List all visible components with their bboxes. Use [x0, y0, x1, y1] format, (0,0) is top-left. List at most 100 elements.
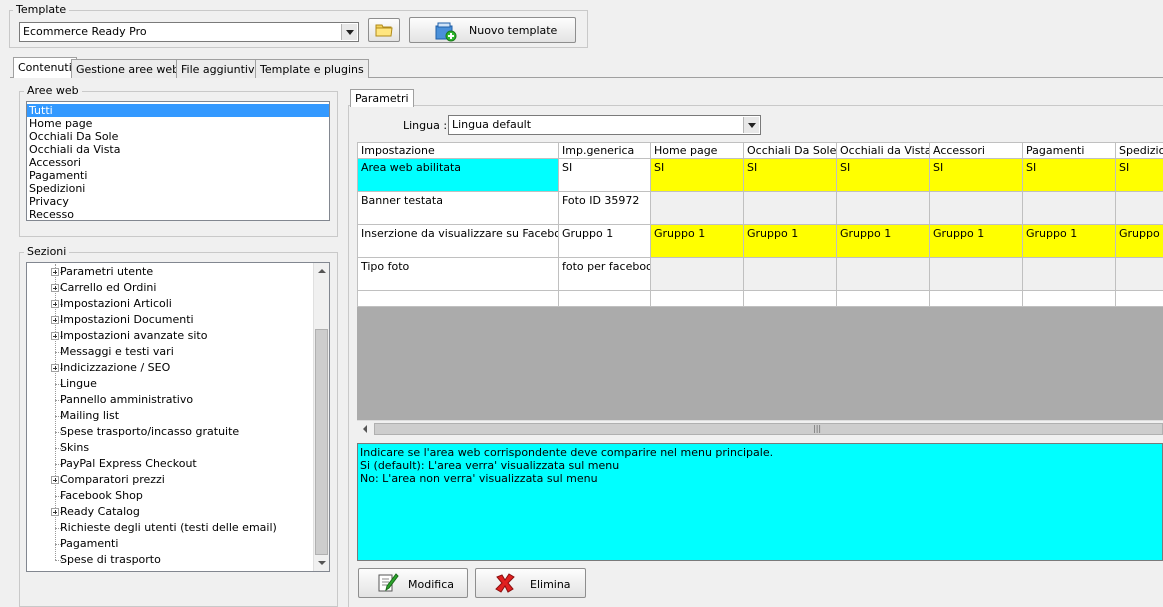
lingua-select[interactable]: Lingua default: [448, 115, 761, 135]
table-cell[interactable]: SI: [650, 158, 744, 192]
table-cell[interactable]: [929, 290, 1023, 307]
grid-horizontal-scrollbar[interactable]: |||: [357, 420, 1163, 437]
table-cell[interactable]: SI: [929, 158, 1023, 192]
tree-item[interactable]: PayPal Express Checkout: [27, 456, 313, 472]
tree-item[interactable]: Impostazioni Documenti: [27, 312, 313, 328]
column-header[interactable]: Spedizioni: [1115, 142, 1163, 159]
table-cell[interactable]: [558, 290, 651, 307]
row-label-cell[interactable]: Banner testata: [357, 191, 559, 225]
expand-plus-icon[interactable]: [51, 364, 59, 372]
expand-plus-icon[interactable]: [51, 300, 59, 308]
table-cell[interactable]: Gruppo 1: [836, 224, 930, 258]
tree-item[interactable]: Facebook Shop: [27, 488, 313, 504]
table-cell[interactable]: [743, 290, 837, 307]
scroll-left-arrow-icon[interactable]: [363, 425, 367, 433]
table-cell[interactable]: [1022, 290, 1116, 307]
tree-item[interactable]: Comparatori prezzi: [27, 472, 313, 488]
column-header[interactable]: Imp.generica: [558, 142, 651, 159]
column-header[interactable]: Pagamenti: [1022, 142, 1116, 159]
row-label-cell[interactable]: Tipo foto: [357, 257, 559, 291]
table-cell[interactable]: [836, 290, 930, 307]
template-select[interactable]: Ecommerce Ready Pro: [19, 22, 359, 42]
tree-item[interactable]: Skins: [27, 440, 313, 456]
table-cell[interactable]: [743, 191, 837, 225]
table-cell[interactable]: Gruppo 1: [743, 224, 837, 258]
tree-item[interactable]: Richieste degli utenti (testi delle emai…: [27, 520, 313, 536]
table-row[interactable]: Area web abilitata SI SI SI SI SI SI SI: [357, 158, 1163, 192]
tab-file-aggiuntivi[interactable]: File aggiuntivi: [176, 59, 263, 78]
list-item[interactable]: Occhiali da Vista: [27, 143, 329, 156]
scroll-up-arrow-icon[interactable]: [318, 269, 326, 273]
tree-item[interactable]: Ready Catalog: [27, 504, 313, 520]
chevron-down-icon[interactable]: [341, 24, 357, 40]
table-cell[interactable]: [1115, 191, 1163, 225]
parameters-grid[interactable]: Impostazione Imp.generica Home page Occhial…: [357, 142, 1163, 307]
table-cell[interactable]: SI: [743, 158, 837, 192]
table-cell[interactable]: [1022, 257, 1116, 291]
table-cell[interactable]: SI: [1022, 158, 1116, 192]
column-header[interactable]: Home page: [650, 142, 744, 159]
table-cell[interactable]: [929, 191, 1023, 225]
new-template-button[interactable]: Nuovo template: [409, 17, 576, 43]
list-item[interactable]: Spedizioni: [27, 182, 329, 195]
table-cell[interactable]: [1022, 191, 1116, 225]
table-cell[interactable]: SI: [836, 158, 930, 192]
tree-item[interactable]: Indicizzazione / SEO: [27, 360, 313, 376]
table-cell[interactable]: Foto ID 35972: [558, 191, 651, 225]
tab-template-e-plugins[interactable]: Template e plugins: [255, 59, 369, 78]
sezioni-scrollbar[interactable]: [313, 263, 329, 571]
expand-plus-icon[interactable]: [51, 268, 59, 276]
list-item[interactable]: Privacy: [27, 195, 329, 208]
list-item[interactable]: Accessori: [27, 156, 329, 169]
table-cell[interactable]: SI: [1115, 158, 1163, 192]
open-folder-button[interactable]: [368, 18, 400, 42]
tree-item[interactable]: Spese trasporto/incasso gratuite: [27, 424, 313, 440]
row-label-cell[interactable]: [357, 290, 559, 307]
list-item[interactable]: Pagamenti: [27, 169, 329, 182]
column-header[interactable]: Occhiali Da Sole: [743, 142, 837, 159]
expand-plus-icon[interactable]: [51, 476, 59, 484]
tree-item[interactable]: Carrello ed Ordini: [27, 280, 313, 296]
table-cell[interactable]: Gruppo 1: [558, 224, 651, 258]
aree-web-list[interactable]: Tutti Home page Occhiali Da Sole Occhiali d…: [26, 101, 330, 221]
table-row[interactable]: [357, 290, 1163, 307]
tab-parametri[interactable]: Parametri: [350, 89, 414, 107]
table-row[interactable]: Inserzione da visualizzare su Facebook Gr…: [357, 224, 1163, 258]
row-label-cell[interactable]: Inserzione da visualizzare su Facebook: [357, 224, 559, 258]
tree-item[interactable]: Impostazioni avanzate sito: [27, 328, 313, 344]
list-item[interactable]: Occhiali Da Sole: [27, 130, 329, 143]
table-cell[interactable]: [650, 290, 744, 307]
table-cell[interactable]: Gruppo 1: [650, 224, 744, 258]
table-cell[interactable]: [836, 191, 930, 225]
table-cell[interactable]: [650, 191, 744, 225]
table-row[interactable]: Banner testata Foto ID 35972: [357, 191, 1163, 225]
tree-item[interactable]: Pannello amministrativo: [27, 392, 313, 408]
scroll-down-arrow-icon[interactable]: [318, 561, 326, 565]
column-header[interactable]: Impostazione: [357, 142, 559, 159]
table-cell[interactable]: Gruppo 1: [1022, 224, 1116, 258]
tree-item[interactable]: Lingue: [27, 376, 313, 392]
elimina-button[interactable]: Elimina: [475, 568, 586, 598]
tree-item[interactable]: Pagamenti: [27, 536, 313, 552]
table-cell[interactable]: [836, 257, 930, 291]
sezioni-tree[interactable]: Parametri utente Carrello ed Ordini Impost…: [26, 262, 330, 572]
tab-contenuti[interactable]: Contenuti: [13, 57, 77, 78]
list-item[interactable]: Tutti: [27, 104, 329, 117]
modifica-button[interactable]: Modifica: [358, 568, 468, 598]
expand-plus-icon[interactable]: [51, 508, 59, 516]
tab-gestione-aree-web[interactable]: Gestione aree web: [71, 59, 185, 78]
tree-item[interactable]: Mailing list: [27, 408, 313, 424]
tree-item[interactable]: Spese di trasporto: [27, 552, 313, 568]
list-item[interactable]: Recesso: [27, 208, 329, 220]
row-label-cell[interactable]: Area web abilitata: [357, 158, 559, 192]
tree-item[interactable]: Messaggi e testi vari: [27, 344, 313, 360]
table-cell[interactable]: [1115, 257, 1163, 291]
table-cell[interactable]: foto per facebook: [558, 257, 651, 291]
expand-plus-icon[interactable]: [51, 284, 59, 292]
list-item[interactable]: Home page: [27, 117, 329, 130]
table-cell[interactable]: [1115, 290, 1163, 307]
chevron-down-icon[interactable]: [743, 117, 759, 133]
horizontal-scroll-thumb[interactable]: |||: [374, 423, 1163, 435]
table-cell[interactable]: [743, 257, 837, 291]
scroll-thumb[interactable]: [315, 329, 328, 555]
